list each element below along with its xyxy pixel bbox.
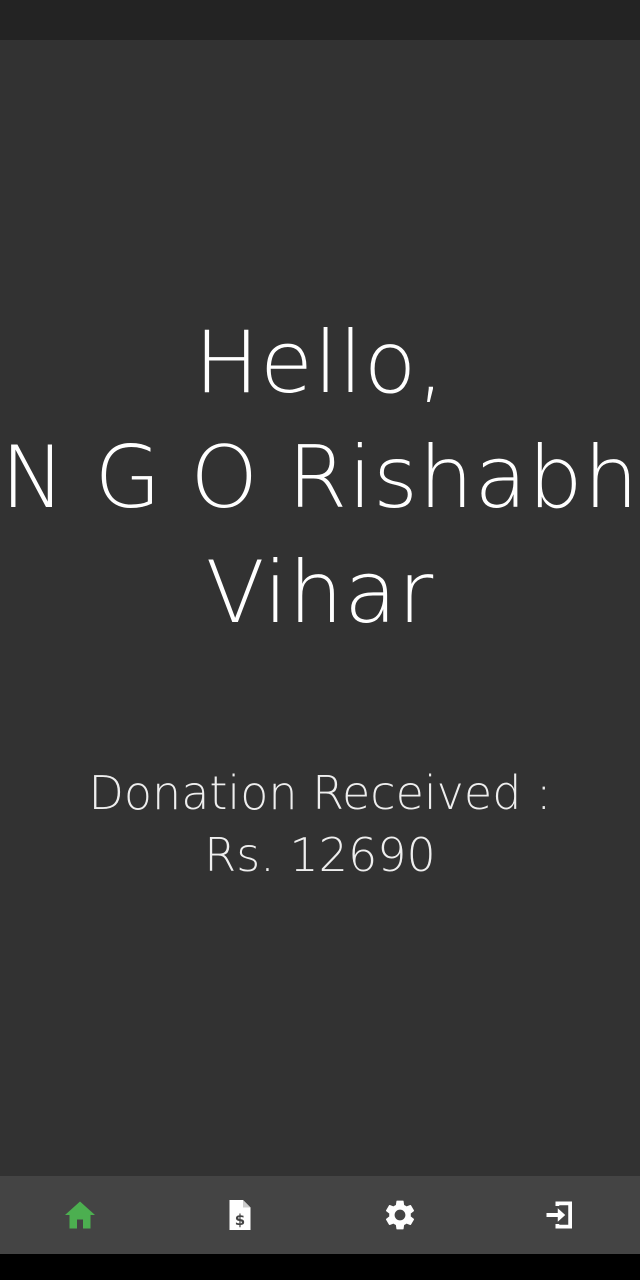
greeting-heading: Hello, N G O Rishabh Vihar (0, 306, 640, 651)
bottom-navigation: $ (0, 1176, 640, 1254)
greeting-name-line1: N G O Rishabh (0, 428, 640, 528)
gear-icon (385, 1200, 415, 1230)
nav-logout-button[interactable] (500, 1176, 620, 1254)
system-navigation-bar (0, 1254, 640, 1280)
nav-settings-button[interactable] (340, 1176, 460, 1254)
home-icon (65, 1201, 95, 1229)
home-content: Hello, N G O Rishabh Vihar Donation Rece… (0, 40, 640, 1176)
app-screen: Hello, N G O Rishabh Vihar Donation Rece… (0, 0, 640, 1280)
status-bar (0, 0, 640, 40)
invoice-dollar-icon: $ (229, 1200, 251, 1230)
nav-donations-button[interactable]: $ (180, 1176, 300, 1254)
logout-icon (546, 1201, 572, 1229)
donation-summary: Donation Received : Rs. 12690 (0, 762, 640, 886)
donation-label: Donation Received : (88, 766, 552, 820)
greeting-hello: Hello, (194, 313, 446, 413)
nav-home-button[interactable] (20, 1176, 140, 1254)
svg-text:$: $ (235, 1211, 245, 1229)
donation-amount: Rs. 12690 (204, 828, 436, 882)
greeting-name-line2: Vihar (205, 543, 435, 643)
